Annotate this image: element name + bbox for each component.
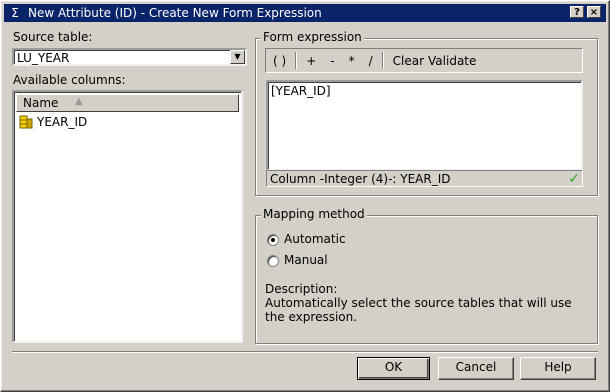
source-table-label: Source table:	[13, 30, 93, 44]
list-item[interactable]: YEAR_ID	[18, 114, 87, 130]
expression-editor[interactable]: [YEAR_ID]	[266, 80, 583, 171]
available-columns-label: Available columns:	[13, 73, 126, 87]
sort-ascending-icon: ▲	[75, 96, 83, 107]
radio-selected-dot	[271, 238, 275, 242]
description-text: Automatically select the source tables t…	[265, 296, 572, 324]
clear-button[interactable]: Clear	[386, 52, 426, 70]
window-title: New Attribute (ID) - Create New Form Exp…	[28, 6, 322, 20]
checkmark-icon: ✓	[568, 171, 580, 187]
minus-button[interactable]: -	[323, 52, 341, 70]
cancel-button[interactable]: Cancel	[438, 357, 514, 380]
help-button[interactable]: Help	[520, 357, 596, 380]
close-button[interactable]: ×	[587, 6, 601, 18]
available-columns-list[interactable]: Name ▲ YEAR_ID	[12, 90, 243, 343]
source-table-value: LU_YEAR	[17, 51, 70, 65]
multiply-button[interactable]: *	[342, 52, 362, 70]
mapping-method-title: Mapping method	[261, 207, 367, 221]
validation-status-bar: Column -Integer (4)-: YEAR_ID ✓	[266, 170, 583, 187]
automatic-radio-label[interactable]: Automatic	[284, 232, 346, 246]
divide-button[interactable]: /	[362, 52, 380, 70]
manual-radio-label[interactable]: Manual	[284, 253, 328, 267]
name-column-header[interactable]: Name ▲	[16, 94, 239, 112]
help-title-button[interactable]: ?	[570, 6, 584, 18]
expression-text: [YEAR_ID]	[271, 84, 331, 98]
description-label: Description:	[265, 282, 338, 296]
dialog-window: Σ New Attribute (ID) - Create New Form E…	[0, 0, 610, 392]
bottom-separator	[12, 351, 598, 353]
toolbar-separator	[295, 52, 298, 69]
source-table-combo[interactable]: LU_YEAR ▼	[12, 48, 247, 66]
sigma-icon: Σ	[11, 6, 19, 20]
parentheses-button[interactable]: ( )	[266, 52, 293, 70]
title-bar: Σ New Attribute (ID) - Create New Form E…	[4, 4, 606, 22]
toolbar-separator	[381, 52, 384, 69]
validate-button[interactable]: Validate	[426, 52, 483, 70]
automatic-radio[interactable]	[267, 234, 279, 246]
plus-button[interactable]: +	[299, 52, 323, 70]
validation-status-text: Column -Integer (4)-: YEAR_ID	[270, 172, 451, 186]
chevron-down-icon[interactable]: ▼	[230, 50, 245, 64]
name-column-header-label: Name	[23, 96, 59, 110]
list-item-label: YEAR_ID	[37, 115, 88, 129]
ok-button[interactable]: OK	[357, 357, 430, 380]
expression-toolbar: ( ) + - * / Clear Validate	[265, 48, 583, 73]
column-key-icon	[19, 115, 33, 129]
form-expression-title: Form expression	[261, 30, 364, 44]
manual-radio[interactable]	[267, 255, 279, 267]
